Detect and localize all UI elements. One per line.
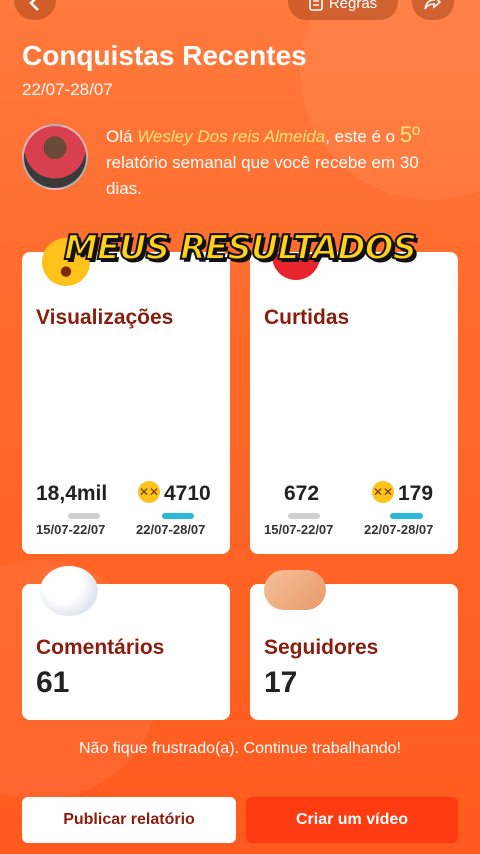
intro-suffix: relatório semanal que você recebe em 30 … bbox=[106, 153, 419, 198]
share-button[interactable] bbox=[412, 0, 454, 20]
followers-value: 17 bbox=[264, 666, 298, 699]
report-ordinal: 5º bbox=[399, 122, 421, 147]
views-title: Visualizações bbox=[36, 306, 174, 329]
chevron-left-icon bbox=[29, 0, 39, 11]
rules-button[interactable]: Regras bbox=[288, 0, 398, 20]
likes-title: Curtidas bbox=[264, 306, 350, 329]
intro-middle: , este é o bbox=[325, 127, 400, 146]
views-cur-period: 22/07-28/07 bbox=[136, 522, 206, 537]
share-icon bbox=[424, 0, 442, 10]
date-range: 22/07-28/07 bbox=[22, 80, 113, 99]
page-title: Conquistas Recentes bbox=[22, 40, 307, 71]
views-prev-period: 15/07-22/07 bbox=[36, 522, 106, 537]
dizzy-face-icon: ✕✕ bbox=[372, 481, 394, 503]
intro-prefix: Olá bbox=[106, 127, 138, 146]
views-prev-value: 18,4mil bbox=[36, 482, 108, 505]
likes-prev-period: 15/07-22/07 bbox=[264, 522, 334, 537]
create-video-button[interactable]: Criar um vídeo bbox=[246, 797, 458, 843]
likes-cur-period: 22/07-28/07 bbox=[364, 522, 434, 537]
rules-label: Regras bbox=[328, 0, 378, 12]
handshake-icon bbox=[264, 570, 326, 610]
encouragement-message: Não fique frustrado(a). Continue trabalh… bbox=[79, 740, 401, 757]
views-cur-value: 4710 bbox=[164, 482, 211, 505]
likes-card[interactable]: Curtidas 672 ✕✕ 179 15/07-22/07 22/07-28… bbox=[250, 252, 458, 554]
results-banner: MEUS RESULTADOS bbox=[63, 227, 418, 269]
avatar bbox=[22, 124, 88, 190]
views-cur-bar bbox=[162, 513, 194, 519]
likes-cur-value: 179 bbox=[398, 482, 434, 505]
user-name: Wesley Dos reis Almeida bbox=[137, 127, 326, 146]
document-icon bbox=[309, 0, 323, 11]
views-prev-bar bbox=[68, 513, 100, 519]
publish-report-button[interactable]: Publicar relatório bbox=[22, 797, 236, 843]
comments-value: 61 bbox=[36, 666, 70, 699]
back-button[interactable] bbox=[14, 0, 56, 20]
comments-title: Comentários bbox=[36, 636, 165, 659]
likes-prev-value: 672 bbox=[284, 482, 320, 505]
top-bar: Regras bbox=[0, 0, 480, 26]
followers-title: Seguidores bbox=[264, 636, 379, 659]
intro-text: Olá Wesley Dos reis Almeida, este é o 5º… bbox=[106, 122, 456, 202]
dizzy-face-icon: ✕✕ bbox=[138, 481, 160, 503]
speech-bubble-icon bbox=[40, 566, 98, 616]
views-card[interactable]: Visualizações 18,4mil ✕✕ 4710 15/07-22/0… bbox=[22, 252, 230, 554]
likes-prev-bar bbox=[288, 513, 320, 519]
likes-cur-bar bbox=[390, 513, 423, 519]
